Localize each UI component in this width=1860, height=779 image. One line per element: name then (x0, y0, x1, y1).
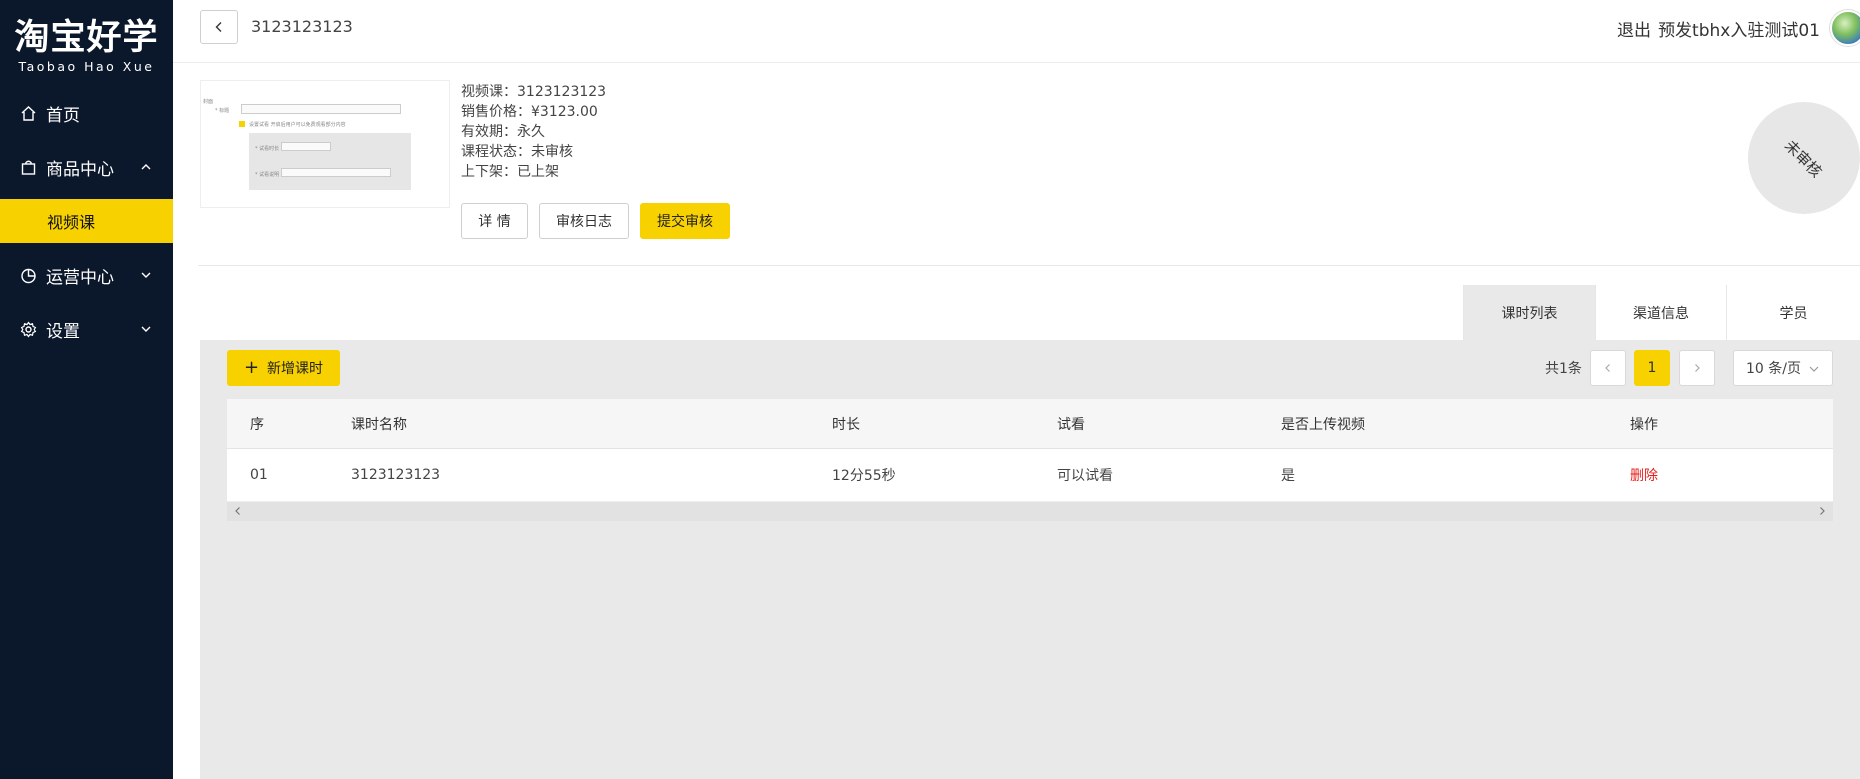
tab-channels[interactable]: 渠道信息 (1595, 285, 1726, 340)
sidebar-item-operations[interactable]: 运营中心 (0, 252, 173, 298)
column-header-duration: 时长 (832, 416, 860, 433)
submit-review-button[interactable]: 提交审核 (640, 203, 730, 239)
tab-lessons[interactable]: 课时列表 (1463, 285, 1595, 340)
sidebar: 淘宝好学 Taobao Hao Xue 首页 商品中心 视频课 运营中心 设置 (0, 0, 173, 779)
lessons-table: 序 课时名称 时长 试看 是否上传视频 操作 01 3123123123 12分… (227, 399, 1833, 502)
sidebar-item-settings[interactable]: 设置 (0, 306, 173, 352)
sidebar-item-label: 首页 (46, 105, 80, 126)
add-lesson-button[interactable]: + 新增课时 (227, 350, 340, 386)
course-name-line: 视频课：3123123123 (461, 84, 607, 100)
audit-log-button[interactable]: 审核日志 (539, 203, 629, 239)
scroll-left-icon[interactable] (233, 506, 243, 516)
sidebar-item-label: 商品中心 (46, 159, 114, 180)
column-header-actions: 操作 (1630, 416, 1658, 433)
course-status-line: 课程状态：未审核 (461, 144, 573, 160)
scroll-right-icon[interactable] (1817, 506, 1827, 516)
sidebar-item-label: 运营中心 (46, 267, 114, 288)
back-button[interactable] (200, 10, 238, 44)
status-badge: 未审核 (1748, 102, 1860, 214)
table-row: 01 3123123123 12分55秒 可以试看 是 删除 (227, 449, 1833, 502)
avatar[interactable] (1830, 10, 1860, 46)
sidebar-item-products[interactable]: 商品中心 (0, 144, 173, 190)
pagination-page[interactable]: 1 (1634, 350, 1670, 386)
pagination-next-button[interactable] (1679, 350, 1715, 386)
plus-icon: + (243, 357, 260, 378)
cell-preview: 可以试看 (1057, 468, 1113, 484)
brand-logo[interactable]: 淘宝好学 Taobao Hao Xue (0, 0, 173, 88)
table-header: 序 课时名称 时长 试看 是否上传视频 操作 (227, 399, 1833, 449)
detail-button[interactable]: 详 情 (461, 203, 528, 239)
page-title: 3123123123 (251, 17, 353, 36)
column-header-name: 课时名称 (351, 416, 407, 433)
pagination-prev-button[interactable] (1590, 350, 1626, 386)
pie-chart-icon (19, 266, 37, 284)
sidebar-item-home[interactable]: 首页 (0, 90, 173, 136)
chevron-left-icon (215, 22, 222, 32)
sidebar-item-video-course[interactable]: 视频课 (0, 199, 173, 243)
column-header-preview: 试看 (1057, 416, 1085, 433)
tab-students[interactable]: 学员 (1726, 285, 1860, 340)
sidebar-item-label: 设置 (46, 321, 80, 342)
course-shelf-line: 上下架：已上架 (461, 164, 559, 180)
brand-name-cn: 淘宝好学 (14, 17, 159, 58)
course-validity-line: 有效期：永久 (461, 124, 545, 140)
gear-icon (19, 320, 37, 338)
cell-uploaded: 是 (1281, 468, 1295, 484)
bag-icon (19, 158, 37, 176)
page-size-select[interactable]: 10 条/页 (1733, 350, 1833, 386)
course-cover-image: 封面 * 标题 设置试看 开启后用户可以免费观看部分内容 * 试看时长 * 试看… (200, 80, 450, 208)
brand-name-en: Taobao Hao Xue (18, 58, 155, 74)
home-icon (19, 104, 37, 122)
chevron-down-icon (141, 272, 151, 278)
delete-link[interactable]: 删除 (1630, 449, 1658, 501)
chevron-down-icon (1809, 366, 1819, 372)
status-badge-label: 未审核 (1781, 136, 1826, 181)
logout-link[interactable]: 退出 (1617, 16, 1651, 41)
cell-name: 3123123123 (351, 467, 441, 483)
username[interactable]: 预发tbhx入驻测试01 (1658, 16, 1820, 41)
column-header-index: 序 (250, 416, 264, 433)
column-header-uploaded: 是否上传视频 (1281, 416, 1365, 433)
chevron-right-icon (1695, 364, 1700, 372)
cell-duration: 12分55秒 (832, 468, 896, 484)
chevron-left-icon (1605, 364, 1610, 372)
add-lesson-label: 新增课时 (267, 361, 324, 377)
cell-index: 01 (250, 467, 268, 483)
chevron-up-icon (141, 164, 151, 170)
pagination-total: 共1条 (1545, 361, 1582, 377)
chevron-down-icon (141, 326, 151, 332)
section-divider (198, 265, 1860, 266)
page-size-value: 10 条/页 (1746, 361, 1801, 377)
horizontal-scrollbar[interactable] (227, 502, 1833, 521)
course-price-line: 销售价格：¥3123.00 (461, 104, 598, 120)
top-header: 3123123123 退出 预发tbhx入驻测试01 (173, 0, 1860, 63)
